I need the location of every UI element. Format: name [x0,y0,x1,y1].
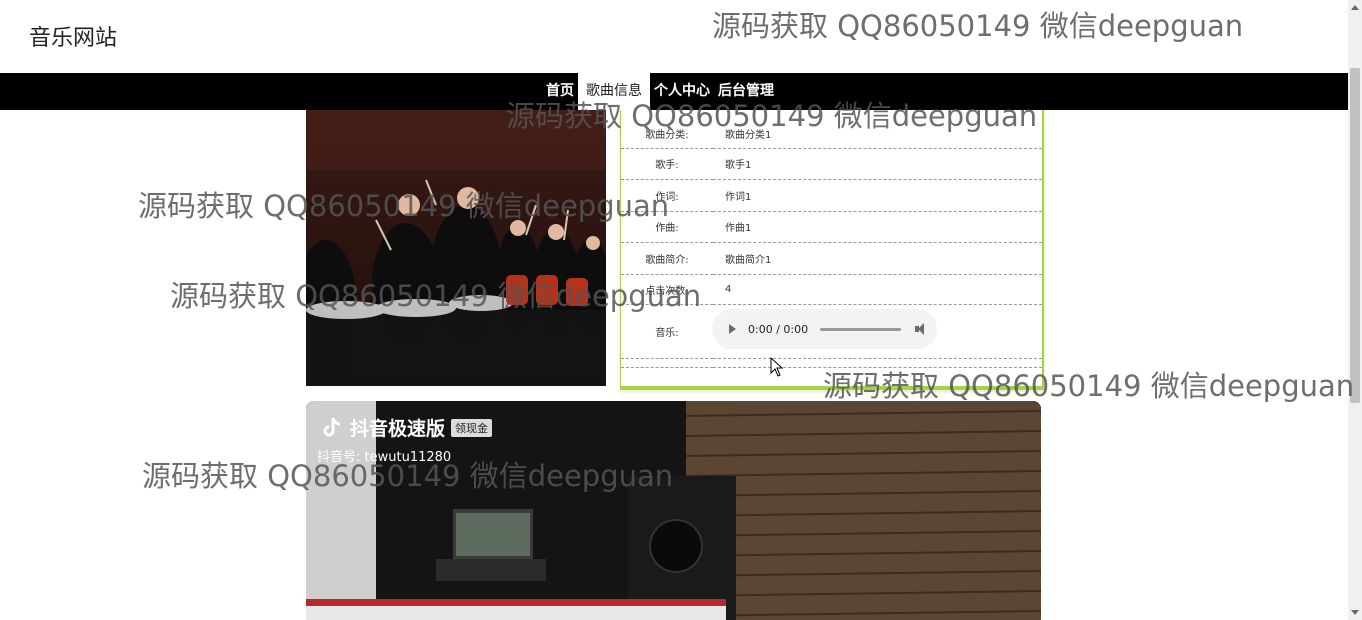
douyin-app-name: 抖音极速版 [350,418,446,440]
info-value: 歌曲分类1 [713,110,1042,149]
scroll-thumb[interactable] [1350,68,1360,403]
douyin-badge: 领现金 [451,418,493,437]
scroll-up-arrow-icon[interactable] [1348,0,1362,14]
page-scrollbar[interactable] [1348,0,1362,620]
nav-list: 首页 歌曲信息 个人中心 后台管理 [542,73,778,110]
volume-icon[interactable] [915,323,927,335]
mouse-cursor-icon [770,357,784,377]
info-row-category: 歌曲分类: 歌曲分类1 [621,110,1042,149]
info-row-clicks: 点击次数: 4 [621,274,1042,305]
info-value: 歌手1 [713,148,1042,180]
info-value: 作曲1 [713,211,1042,243]
nav-item-admin[interactable]: 后台管理 [714,73,778,110]
info-label: 歌曲简介: [621,242,713,275]
empty-cell [621,358,713,368]
info-label: 作曲: [621,211,713,243]
site-title[interactable]: 音乐网站 [29,20,117,52]
douyin-account-id: 抖音号: tewutu11280 [317,450,452,465]
song-cover-image [306,110,606,386]
info-row-empty [621,358,1042,368]
player-progress-bar[interactable] [820,327,902,331]
info-row-singer: 歌手: 歌手1 [621,148,1042,180]
song-video[interactable]: 抖音极速版 领现金 抖音号: tewutu11280 [306,401,1041,620]
nav-item-personal-center[interactable]: 个人中心 [650,73,714,110]
play-icon[interactable] [729,324,736,334]
site-header: 音乐网站 [0,0,1348,73]
info-row-composer: 作曲: 作曲1 [621,211,1042,243]
info-label: 点击次数: [621,274,713,305]
info-label: 音乐: [621,304,713,359]
player-time: 0:00 / 0:00 [748,322,809,336]
audio-player[interactable]: 0:00 / 0:00 [712,309,937,349]
scroll-down-arrow-icon[interactable] [1348,606,1362,620]
info-value: 4 [713,274,1042,305]
info-label: 歌曲分类: [621,110,713,149]
douyin-icon [323,417,341,436]
info-value: 歌曲简介1 [713,242,1042,275]
info-value: 作词1 [713,179,1042,212]
nav-item-home[interactable]: 首页 [542,73,578,110]
info-row-lyricist: 作词: 作词1 [621,179,1042,212]
douyin-logo: 抖音极速版 领现金 [320,414,493,441]
main-navbar: 首页 歌曲信息 个人中心 后台管理 [0,73,1348,110]
empty-cell [713,358,1042,368]
info-row-intro: 歌曲简介: 歌曲简介1 [621,242,1042,275]
info-label: 歌手: [621,148,713,180]
nav-item-song-info[interactable]: 歌曲信息 [578,73,650,110]
info-label: 作词: [621,179,713,212]
